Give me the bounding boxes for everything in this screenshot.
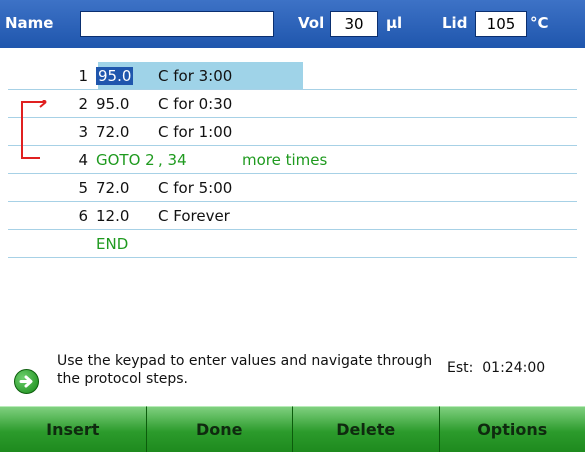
step-row-6[interactable]: 6 12.0 C Forever	[8, 202, 577, 230]
estimate-label: Est:	[447, 360, 474, 376]
done-button[interactable]: Done	[146, 406, 293, 452]
vol-field[interactable]: 30	[330, 11, 378, 37]
step-temp-field[interactable]: 72.0	[96, 123, 129, 141]
options-button[interactable]: Options	[439, 406, 585, 452]
step-desc: C for 1:00	[158, 123, 233, 141]
step-number: 5	[78, 179, 88, 197]
step-row-4-goto[interactable]: 4 GOTO 2 , 34 more times	[8, 146, 577, 174]
step-row-3[interactable]: 3 72.0 C for 1:00	[8, 118, 577, 146]
step-row-2[interactable]: 2 95.0 C for 0:30	[8, 90, 577, 118]
insert-button[interactable]: Insert	[0, 406, 147, 452]
estimate-value: 01:24:00	[482, 360, 546, 376]
step-number: 3	[78, 123, 88, 141]
step-number: 4	[78, 151, 88, 169]
hint-text: Use the keypad to enter values and navig…	[57, 353, 433, 387]
step-number: 2	[78, 95, 88, 113]
step-number: 1	[78, 67, 88, 85]
end-label: END	[96, 235, 129, 253]
step-temp-field[interactable]: 72.0	[96, 179, 129, 197]
step-desc: C for 5:00	[158, 179, 233, 197]
goto-times-field[interactable]: , 34	[158, 151, 187, 169]
estimate: Est: 01:24:00	[447, 360, 545, 376]
goto-target-field[interactable]: GOTO 2	[96, 151, 155, 169]
step-desc: C for 3:00	[158, 67, 233, 85]
step-row-end[interactable]: END	[8, 230, 577, 258]
step-temp-field[interactable]: 95.0	[96, 67, 134, 85]
action-bar: Insert Done Delete Options	[0, 406, 585, 452]
step-desc: C Forever	[158, 207, 230, 225]
lid-label: Lid	[442, 14, 468, 32]
lid-field[interactable]: 105	[475, 11, 527, 37]
step-temp-field[interactable]: 12.0	[96, 207, 129, 225]
vol-label: Vol	[298, 14, 325, 32]
vol-unit: µl	[386, 14, 403, 32]
name-field[interactable]	[80, 11, 274, 37]
step-desc: C for 0:30	[158, 95, 233, 113]
header-bar: Name Vol 30 µl Lid 105 °C	[0, 0, 585, 48]
name-label: Name	[5, 14, 54, 32]
arrow-right-circle-icon	[14, 369, 39, 394]
delete-button[interactable]: Delete	[293, 406, 440, 452]
goto-more-label: more times	[242, 151, 328, 169]
step-row-5[interactable]: 5 72.0 C for 5:00	[8, 174, 577, 202]
step-row-1[interactable]: 1 95.0 C for 3:00	[8, 62, 577, 90]
goto-loop-arrow-icon	[21, 100, 47, 159]
lid-unit: °C	[530, 14, 549, 32]
step-number: 6	[78, 207, 88, 225]
step-temp-field[interactable]: 95.0	[96, 95, 129, 113]
